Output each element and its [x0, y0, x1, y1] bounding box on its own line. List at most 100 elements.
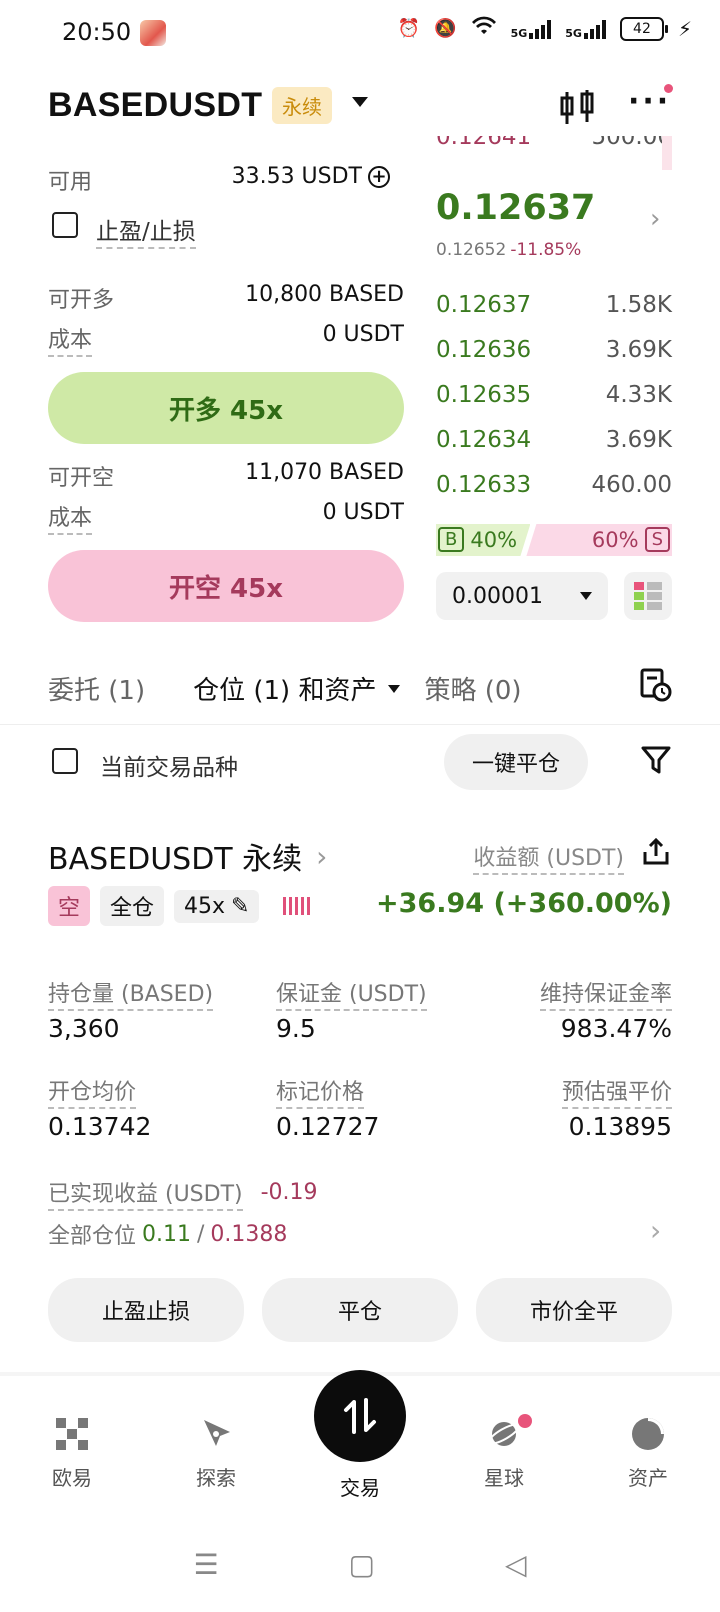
market-close-all-button[interactable]: 市价全平: [476, 1278, 672, 1342]
position-symbol: BASEDUSDT 永续: [48, 842, 303, 877]
network-label: 5G: [510, 26, 528, 40]
planet-icon: [488, 1422, 520, 1446]
nav-home[interactable]: 欧易: [22, 1406, 122, 1514]
side-tag: 空: [48, 886, 91, 926]
bid-row[interactable]: 0.12637 1.58K: [436, 282, 672, 328]
bid-size: 1.58K: [605, 292, 672, 318]
size-value: 3,360: [48, 1014, 120, 1043]
sell-pct: 60%: [591, 527, 639, 552]
bid-price: 0.12636: [436, 337, 532, 363]
bid-size: 4.33K: [605, 382, 672, 408]
back-icon[interactable]: ◁: [505, 1548, 527, 1581]
mmr-value: 983.47%: [560, 1014, 672, 1043]
signal-icon-1: 5G: [511, 19, 552, 39]
tick-size-select[interactable]: 0.00001: [436, 572, 608, 620]
tp-sl-button[interactable]: 止盈止损: [48, 1278, 244, 1342]
size-label: 持仓量 (BASED): [48, 976, 214, 1011]
nav-label: 星球: [484, 1466, 524, 1490]
chevron-right-icon[interactable]: ›: [650, 1214, 661, 1247]
margin-mode-tag[interactable]: 全仓: [100, 886, 165, 926]
tab-positions-label: 仓位 (1) 和资产: [193, 676, 377, 706]
liq-label-text: 预估强平价: [561, 1080, 672, 1109]
chevron-down-icon[interactable]: [352, 97, 368, 107]
long-cost-label: 成本: [48, 322, 93, 357]
notification-dot: [664, 84, 673, 93]
can-long-value: 10,800 BASED: [245, 282, 404, 307]
can-short-value: 11,070 BASED: [245, 460, 404, 485]
bid-row[interactable]: 0.12635 4.33K: [436, 372, 672, 418]
margin-value: 9.5: [276, 1014, 316, 1043]
chevron-right-icon[interactable]: ›: [650, 204, 660, 234]
nav-assets[interactable]: 资产: [598, 1406, 698, 1514]
chevron-right-icon: ›: [316, 839, 328, 873]
nav-trade[interactable]: 交易: [310, 1370, 410, 1514]
short-cost-text: 成本: [48, 506, 93, 535]
bid-price: 0.12633: [436, 472, 532, 498]
pnl-label-text: 收益额 (USDT): [473, 846, 624, 875]
ask-size: 500.00: [591, 136, 672, 150]
long-cost-text: 成本: [48, 328, 93, 357]
leverage-value: 45x: [184, 893, 226, 919]
realized-label: 已实现收益 (USDT): [48, 1182, 243, 1211]
tp-sl-checkbox[interactable]: [52, 212, 78, 238]
filter-icon[interactable]: [640, 744, 672, 780]
margin-label: 保证金 (USDT): [276, 976, 427, 1011]
more-menu-icon[interactable]: ···: [628, 87, 671, 117]
nav-label: 欧易: [52, 1466, 92, 1490]
realized-pnl: 已实现收益 (USDT) -0.19: [48, 1176, 318, 1211]
battery-indicator: 42: [619, 16, 668, 41]
liq-label: 预估强平价: [561, 1074, 672, 1109]
compass-icon: [204, 1420, 230, 1446]
ask-price: 0.12641: [436, 136, 532, 150]
order-history-icon[interactable]: [638, 668, 672, 709]
buy-sell-ratio: B 40% 60% S: [436, 524, 672, 556]
open-short-button[interactable]: 开空 45x: [48, 550, 404, 622]
tab-strategies[interactable]: 策略 (0): [424, 670, 521, 707]
all-positions-row[interactable]: 全部仓位 0.11 / 0.1388: [48, 1218, 287, 1250]
leverage-tag[interactable]: 45x ✎: [174, 889, 260, 923]
entry-label-text: 开仓均价: [48, 1080, 137, 1109]
bid-price: 0.12635: [436, 382, 532, 408]
current-symbol-label[interactable]: 当前交易品种: [100, 748, 238, 782]
all-positions-label: 全部仓位: [48, 1224, 137, 1249]
tp-sl-label[interactable]: 止盈/止损: [96, 212, 196, 249]
buy-pct: 40%: [470, 527, 518, 552]
bid-row[interactable]: 0.12634 3.69K: [436, 417, 672, 463]
mark-price: 0.12652: [436, 240, 507, 260]
price-change: -11.85%: [510, 240, 582, 260]
available-balance: 33.53 USDT +: [232, 164, 390, 189]
close-position-button[interactable]: 平仓: [262, 1278, 458, 1342]
current-symbol-checkbox[interactable]: [52, 748, 78, 774]
notification-dot: [518, 1414, 532, 1428]
all-positions-short: 0.1388: [210, 1221, 288, 1247]
nav-explore[interactable]: 探索: [166, 1406, 266, 1514]
nav-label: 交易: [340, 1476, 380, 1500]
chevron-down-icon: [388, 684, 401, 693]
bid-row[interactable]: 0.12633 460.00: [436, 462, 672, 508]
share-icon[interactable]: [642, 837, 670, 870]
symbol-title[interactable]: BASEDUSDT: [48, 86, 262, 125]
close-all-button[interactable]: 一键平仓: [444, 734, 588, 790]
bid-size: 3.69K: [605, 427, 672, 453]
tab-positions[interactable]: 仓位 (1) 和资产: [193, 670, 401, 707]
nav-planet[interactable]: 星球: [454, 1406, 554, 1514]
top-ask-row[interactable]: 0.12641 500.00: [436, 136, 672, 170]
all-positions-separator: /: [197, 1221, 205, 1247]
candlestick-chart-icon[interactable]: [558, 88, 598, 128]
bid-row[interactable]: 0.12636 3.69K: [436, 327, 672, 373]
home-icon[interactable]: ▢: [349, 1548, 375, 1581]
tp-sl-text: 止盈/止损: [96, 219, 196, 249]
position-title[interactable]: BASEDUSDT 永续 ›: [48, 834, 327, 878]
margin-label-text: 保证金 (USDT): [276, 982, 427, 1011]
orderbook-layout-icon[interactable]: [624, 572, 672, 620]
open-long-button[interactable]: 开多 45x: [48, 372, 404, 444]
add-funds-icon[interactable]: +: [368, 165, 390, 188]
tab-orders[interactable]: 委托 (1): [48, 670, 145, 707]
pnl-value: +36.94 (+360.00%): [376, 888, 672, 919]
can-long-label: 可开多: [48, 288, 115, 313]
bottom-tabs: 委托 (1) 仓位 (1) 和资产 策略 (0): [48, 668, 672, 709]
liq-value: 0.13895: [568, 1112, 672, 1141]
position-tags: 空 全仓 45x ✎: [48, 886, 311, 926]
menu-icon[interactable]: ☰: [193, 1548, 218, 1581]
mmr-label: 维持保证金率: [539, 976, 672, 1011]
